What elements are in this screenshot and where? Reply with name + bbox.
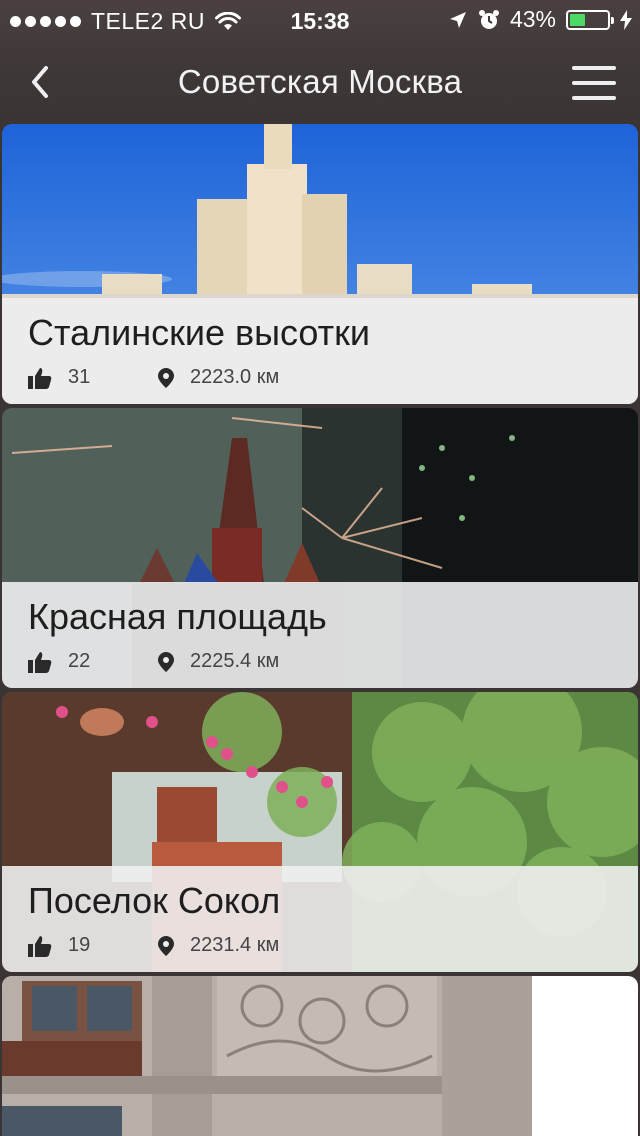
distance: 2223.0 км [158, 366, 279, 389]
hamburger-menu-icon [572, 66, 616, 70]
battery-percent: 43% [509, 6, 556, 32]
card-info: Поселок Сокол 19 2231.4 км [2, 866, 638, 972]
place-title: Поселок Сокол [28, 880, 281, 921]
page-title: Советская Москва [177, 63, 463, 100]
alarm-icon [478, 9, 499, 29]
charging-icon [620, 9, 632, 30]
place-card[interactable] [2, 976, 638, 1136]
distance-value: 2223.0 км [190, 366, 280, 388]
distance: 2225.4 км [158, 650, 279, 673]
battery-fill [570, 13, 586, 26]
place-photo [2, 976, 638, 1136]
thumbs-up-icon [28, 935, 52, 957]
likes: 22 [28, 650, 158, 673]
likes: 19 [28, 934, 158, 957]
place-title: Сталинские высотки [28, 312, 370, 353]
likes-count: 22 [68, 650, 91, 672]
place-card[interactable]: Сталинские высотки 31 2223.0 км [2, 124, 638, 404]
map-pin-icon [158, 935, 174, 956]
thumbs-up-icon [28, 651, 52, 673]
chevron-left-icon [32, 66, 48, 98]
place-card[interactable]: Поселок Сокол 19 2231.4 км [2, 692, 638, 972]
thumbs-up-icon [28, 367, 52, 389]
likes-count: 19 [68, 934, 91, 956]
status-right: 43% [448, 6, 632, 33]
map-pin-icon [158, 651, 174, 672]
distance: 2231.4 км [158, 934, 279, 957]
place-title: Красная площадь [28, 596, 327, 637]
status-bar: TELE2 RU 15:38 43% [0, 0, 640, 40]
place-meta: 19 2231.4 км [28, 934, 279, 957]
card-info: Сталинские высотки 31 2223.0 км [2, 298, 638, 404]
card-info: Красная площадь 22 2225.4 км [2, 582, 638, 688]
place-meta: 22 2225.4 км [28, 650, 279, 673]
distance-value: 2225.4 км [190, 650, 280, 672]
distance-value: 2231.4 км [190, 934, 280, 956]
location-arrow-icon [449, 11, 466, 28]
navigation-bar: Советская Москва [0, 40, 640, 124]
place-card[interactable]: Красная площадь 22 2225.4 км [2, 408, 638, 688]
map-pin-icon [158, 367, 174, 388]
battery-icon [566, 9, 614, 30]
menu-button[interactable] [572, 66, 616, 100]
likes: 31 [28, 366, 158, 389]
likes-count: 31 [68, 366, 91, 388]
back-button[interactable] [26, 62, 56, 102]
place-meta: 31 2223.0 км [28, 366, 279, 389]
